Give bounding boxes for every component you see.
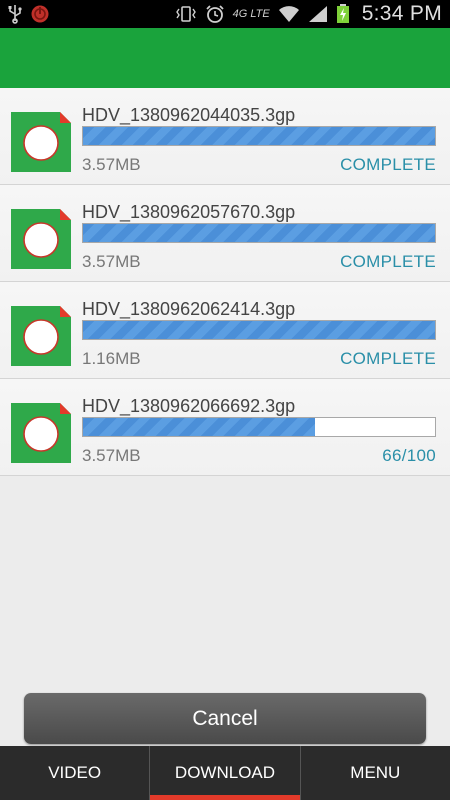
download-status: COMPLETE xyxy=(340,349,436,368)
video-file-icon xyxy=(10,305,72,367)
tab-video[interactable]: VIDEO xyxy=(0,746,149,800)
tab-download[interactable]: DOWNLOAD xyxy=(149,746,300,800)
progress-fill xyxy=(83,127,435,145)
tab-bar: VIDEO DOWNLOAD MENU xyxy=(0,746,450,800)
download-status: COMPLETE xyxy=(340,155,436,174)
progress-fill xyxy=(83,321,435,339)
notification-icon xyxy=(30,4,50,24)
usb-icon xyxy=(8,4,22,24)
wifi-icon xyxy=(278,4,300,24)
list-item[interactable]: HDV_1380962066692.3gp 3.57MB 66/100 xyxy=(0,379,450,476)
status-bar: 4G LTE 5:34 PM xyxy=(0,0,450,28)
alarm-icon xyxy=(205,4,225,24)
battery-charging-icon xyxy=(336,4,350,24)
file-name: HDV_1380962044035.3gp xyxy=(82,105,296,125)
status-left xyxy=(8,4,50,24)
file-name: HDV_1380962066692.3gp xyxy=(82,396,296,416)
tab-menu[interactable]: MENU xyxy=(299,746,450,800)
list-item[interactable]: HDV_1380962062414.3gp 1.16MB COMPLETE xyxy=(0,282,450,379)
file-size: 3.57MB xyxy=(82,446,141,465)
progress-bar xyxy=(82,320,436,340)
file-name: HDV_1380962057670.3gp xyxy=(82,202,296,222)
status-right: 4G LTE 5:34 PM xyxy=(175,2,442,26)
action-bar xyxy=(0,28,450,88)
vibrate-icon xyxy=(175,4,197,24)
video-file-icon xyxy=(10,111,72,173)
download-status: COMPLETE xyxy=(340,252,436,271)
tab-label: MENU xyxy=(350,763,401,782)
list-item[interactable]: HDV_1380962057670.3gp 3.57MB COMPLETE xyxy=(0,185,450,282)
download-status: 66/100 xyxy=(382,446,436,465)
file-name: HDV_1380962062414.3gp xyxy=(82,299,296,319)
progress-fill xyxy=(83,418,316,436)
status-time: 5:34 PM xyxy=(361,2,442,25)
list-item[interactable]: HDV_1380962044035.3gp 3.57MB COMPLETE xyxy=(0,88,450,185)
file-size: 3.57MB xyxy=(82,252,141,271)
tab-label: VIDEO xyxy=(48,763,102,782)
file-size: 3.57MB xyxy=(82,155,141,174)
video-file-icon xyxy=(10,208,72,270)
progress-bar xyxy=(82,223,436,243)
progress-bar xyxy=(82,417,436,437)
cancel-button[interactable]: Cancel xyxy=(24,693,426,744)
progress-fill xyxy=(83,224,435,242)
lte-icon: 4G LTE xyxy=(232,8,270,20)
signal-icon xyxy=(308,4,328,24)
download-list: HDV_1380962044035.3gp 3.57MB COMPLETE HD… xyxy=(0,88,450,476)
video-file-icon xyxy=(10,402,72,464)
file-size: 1.16MB xyxy=(82,349,141,368)
tab-label: DOWNLOAD xyxy=(174,763,276,782)
progress-bar xyxy=(82,126,436,146)
